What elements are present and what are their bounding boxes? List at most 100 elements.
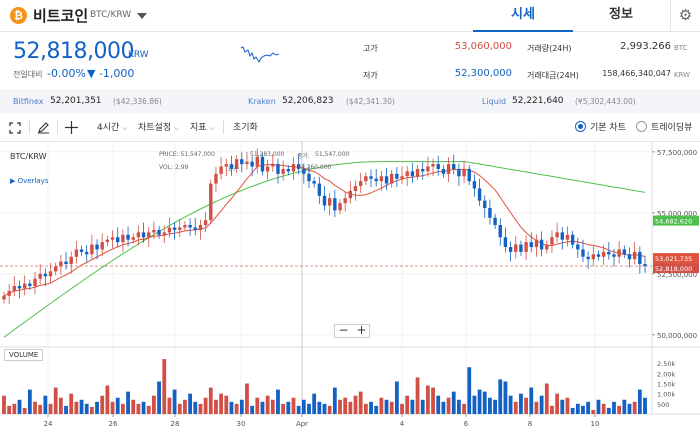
volume-bar xyxy=(291,397,296,414)
volume-bar xyxy=(601,403,606,414)
coin-name[interactable]: 비트코인 xyxy=(33,5,88,26)
candle-body xyxy=(33,278,37,287)
volume-bar xyxy=(110,401,115,414)
candle-body xyxy=(22,283,27,289)
candle-body xyxy=(90,244,94,255)
candle-body xyxy=(477,188,482,201)
gear-icon[interactable]: ⚙ xyxy=(670,0,700,32)
overlays-toggle[interactable]: ▶ Overlays xyxy=(10,177,48,185)
volume-bar xyxy=(446,397,451,414)
price-unit: KRW xyxy=(128,50,149,60)
radio-basic-chart[interactable] xyxy=(575,121,586,132)
candle-body xyxy=(514,244,518,252)
exchange-price: 52,206,823 xyxy=(282,96,334,106)
candle-body xyxy=(539,239,544,250)
chart-canvas[interactable]: 57,500,00055,000,00052,500,00050,000,000… xyxy=(0,142,700,433)
reset-button[interactable]: 초기화 xyxy=(233,120,258,133)
candle-body xyxy=(405,171,409,177)
zoom-in-button[interactable]: + xyxy=(353,323,370,337)
candle-body xyxy=(364,176,368,182)
candle-body xyxy=(395,173,399,179)
volume-bar xyxy=(596,399,601,414)
exchange-name[interactable]: Kraken xyxy=(248,97,276,106)
sparkline-line xyxy=(240,46,280,64)
volume-bar xyxy=(105,385,110,414)
basic-chart-label[interactable]: 기본 차트 xyxy=(590,120,626,133)
candle-body xyxy=(193,227,197,230)
candle-body xyxy=(338,203,342,211)
volume-bar xyxy=(172,389,177,414)
volume-bar xyxy=(2,395,6,414)
volume-tick-label: 1.50k xyxy=(657,381,675,389)
candle-body xyxy=(105,239,110,243)
volume-bar xyxy=(17,399,22,414)
x-tick-label: 6 xyxy=(464,420,469,428)
volume-bar xyxy=(513,401,518,414)
candle-body xyxy=(38,273,42,279)
candle-body xyxy=(131,237,135,240)
chevron-down-icon[interactable] xyxy=(137,13,147,19)
exchange-name[interactable]: Bitfinex xyxy=(13,97,43,106)
tradingview-label[interactable]: 트레이딩뷰 xyxy=(651,120,692,133)
price-chart[interactable]: 57,500,000 55,000,000 52,500,000 50,000,000… xyxy=(0,142,700,433)
indicators-menu[interactable]: 지표 ⌵ xyxy=(190,120,215,133)
volume-bar xyxy=(43,395,48,414)
candle-body xyxy=(431,164,435,167)
volume-bar xyxy=(245,383,249,414)
candle-body xyxy=(498,225,502,238)
radio-tradingview[interactable] xyxy=(636,121,647,132)
crypto-market-screen: ₿ 비트코인 BTC/KRW 시세 정보 ⚙ 52,818,000 KRW 전일… xyxy=(0,0,700,433)
exchange-jpy: (¥5,302,443.00) xyxy=(575,97,636,106)
volume-bar xyxy=(203,397,208,414)
volume-bar xyxy=(301,399,306,414)
volume-bar xyxy=(312,393,317,414)
candle-body xyxy=(581,249,585,257)
candle-body xyxy=(622,249,627,255)
volume-tick-label: 2.50k xyxy=(657,360,675,368)
volume-bar xyxy=(632,401,637,414)
candle-body xyxy=(255,156,259,167)
chart-settings-menu[interactable]: 차트설정 ⌵ xyxy=(138,120,179,133)
candle-body xyxy=(627,254,632,260)
volume-bar xyxy=(38,404,43,414)
exchange-name[interactable]: Liquid xyxy=(482,97,506,106)
volume-bar xyxy=(234,403,239,414)
candle-body xyxy=(529,242,533,247)
prev-day-label: 전일대비 xyxy=(13,70,43,79)
candle-body xyxy=(550,237,554,245)
candle-body xyxy=(64,261,68,265)
candle-body xyxy=(493,217,497,226)
volume-bar xyxy=(457,399,461,414)
header: ₿ 비트코인 BTC/KRW 시세 정보 ⚙ xyxy=(0,0,700,32)
volume-bar xyxy=(322,403,327,414)
high-value: 53,060,000 xyxy=(454,41,512,52)
volume-bar xyxy=(622,399,627,414)
candle-body xyxy=(198,225,203,230)
candle-body xyxy=(327,198,332,206)
volume-bar xyxy=(296,405,301,414)
volume-24h-label: 거래량(24H) xyxy=(527,44,572,53)
tab-info[interactable]: 정보 xyxy=(573,0,669,32)
fullscreen-icon[interactable] xyxy=(9,122,21,134)
volume-bar xyxy=(488,397,492,414)
candle-body xyxy=(271,164,275,167)
candle-body xyxy=(291,164,296,172)
volume-bar xyxy=(353,395,358,414)
candle-body xyxy=(110,237,115,240)
candle-body xyxy=(545,244,549,250)
zoom-out-button[interactable]: − xyxy=(335,323,352,337)
candle-body xyxy=(596,254,601,257)
pencil-icon[interactable] xyxy=(37,121,50,134)
x-tick-label: 10 xyxy=(591,420,600,428)
x-tick-label: 4 xyxy=(400,420,405,428)
candle-body xyxy=(421,168,425,172)
interval-select[interactable]: 4시간 ⌵ xyxy=(97,120,127,133)
crosshair-icon[interactable] xyxy=(65,121,78,134)
legend-high: 51,283,000 xyxy=(250,151,285,158)
candle-body xyxy=(317,183,322,196)
volume-bar xyxy=(214,399,218,414)
chart-settings-label: 차트설정 xyxy=(138,123,172,133)
volume-bar xyxy=(74,401,79,414)
tab-market[interactable]: 시세 xyxy=(473,0,573,32)
candle-body xyxy=(183,225,187,228)
